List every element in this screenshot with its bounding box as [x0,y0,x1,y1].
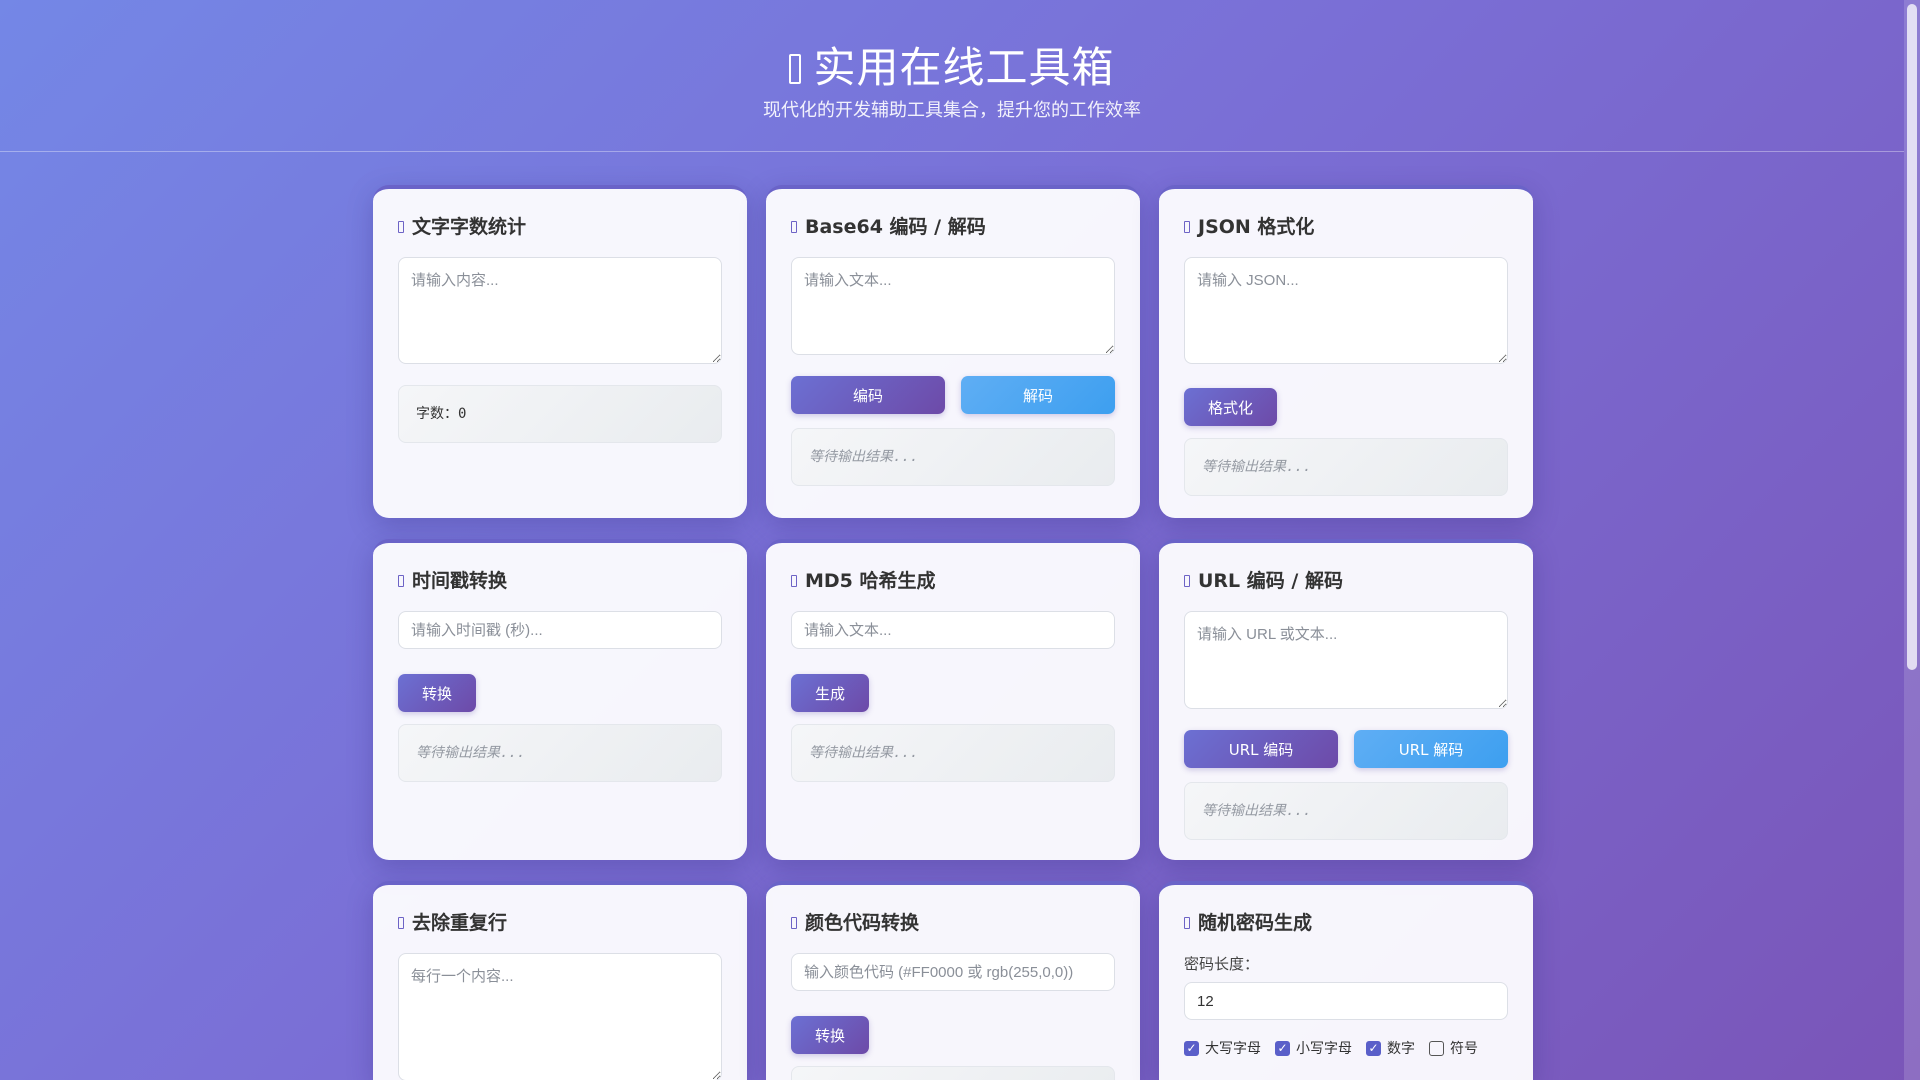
color-result [791,1066,1115,1080]
md5-input[interactable] [791,611,1115,649]
color-convert-button[interactable]: 转换 [791,1016,870,1054]
word-count-card: 文字字数统计 字数：0 [373,185,747,518]
toolbox-icon [789,54,802,84]
option-digits[interactable]: ✓ 数字 [1366,1038,1415,1058]
timestamp-result: 等待输出结果... [398,724,722,782]
card-title: JSON 格式化 [1184,213,1508,241]
md5-result: 等待输出结果... [791,724,1115,782]
checkbox-unchecked-icon[interactable] [1429,1040,1444,1056]
password-options: ✓ 大写字母 ✓ 小写字母 ✓ 数字 符号 [1184,1038,1508,1058]
tool-icon [398,917,404,929]
tool-icon [1184,917,1190,929]
card-title: 颜色代码转换 [791,909,1115,937]
card-title: Base64 编码 / 解码 [791,213,1115,241]
tool-icon [398,575,404,587]
timestamp-input[interactable] [398,611,722,649]
json-result: 等待输出结果... [1184,438,1508,496]
timestamp-convert-button[interactable]: 转换 [398,674,477,712]
timestamp-card: 时间戳转换 转换 等待输出结果... [373,539,747,860]
json-input[interactable] [1184,257,1508,364]
page-title: 实用在线工具箱 [0,34,1904,95]
tool-icon [791,917,797,929]
url-result: 等待输出结果... [1184,782,1508,840]
card-title: 文字字数统计 [398,213,722,241]
tool-icon [791,575,797,587]
url-input[interactable] [1184,611,1508,709]
card-title: 随机密码生成 [1184,909,1508,937]
option-symbols[interactable]: 符号 [1429,1038,1478,1058]
card-title: MD5 哈希生成 [791,567,1115,595]
word-count-input[interactable] [398,257,722,364]
color-card: 颜色代码转换 转换 [766,881,1140,1080]
card-title: 去除重复行 [398,909,722,937]
option-lowercase[interactable]: ✓ 小写字母 [1275,1038,1352,1058]
dedupe-card: 去除重复行 [373,881,747,1080]
password-length-label: 密码长度： [1184,955,1260,973]
url-decode-button[interactable]: URL 解码 [1354,730,1508,768]
dedupe-input[interactable] [398,953,722,1080]
word-count-result: 字数：0 [398,385,722,443]
json-card: JSON 格式化 格式化 等待输出结果... [1159,185,1533,518]
url-encode-button[interactable]: URL 编码 [1184,730,1338,768]
base64-decode-button[interactable]: 解码 [961,376,1115,414]
checkbox-checked-icon[interactable]: ✓ [1366,1040,1381,1056]
base64-encode-button[interactable]: 编码 [791,376,945,414]
tool-icon [791,221,797,233]
base64-input[interactable] [791,257,1115,355]
checkbox-checked-icon[interactable]: ✓ [1275,1040,1290,1056]
card-title: URL 编码 / 解码 [1184,567,1508,595]
page-header: 实用在线工具箱 现代化的开发辅助工具集合，提升您的工作效率 [0,0,1904,152]
base64-card: Base64 编码 / 解码 编码 解码 等待输出结果... [766,185,1140,518]
base64-result: 等待输出结果... [791,428,1115,486]
tool-icon [1184,575,1190,587]
password-length-input[interactable] [1184,982,1508,1020]
md5-card: MD5 哈希生成 生成 等待输出结果... [766,539,1140,860]
page-subtitle: 现代化的开发辅助工具集合，提升您的工作效率 [763,100,1141,121]
vertical-scrollbar[interactable] [1904,0,1920,1080]
scrollbar-thumb[interactable] [1907,4,1917,670]
tool-icon [1184,221,1190,233]
password-card: 随机密码生成 密码长度： ✓大写字母 ✓小写字母 ✓数字 符号 [1159,881,1533,1080]
color-input[interactable] [791,953,1115,991]
tool-icon [398,221,404,233]
url-card: URL 编码 / 解码 URL 编码 URL 解码 等待输出结果... [1159,539,1533,860]
card-title: 时间戳转换 [398,567,722,595]
json-format-button[interactable]: 格式化 [1184,388,1278,426]
checkbox-checked-icon[interactable]: ✓ [1184,1040,1199,1056]
option-uppercase[interactable]: ✓ 大写字母 [1184,1038,1261,1058]
md5-generate-button[interactable]: 生成 [791,674,870,712]
